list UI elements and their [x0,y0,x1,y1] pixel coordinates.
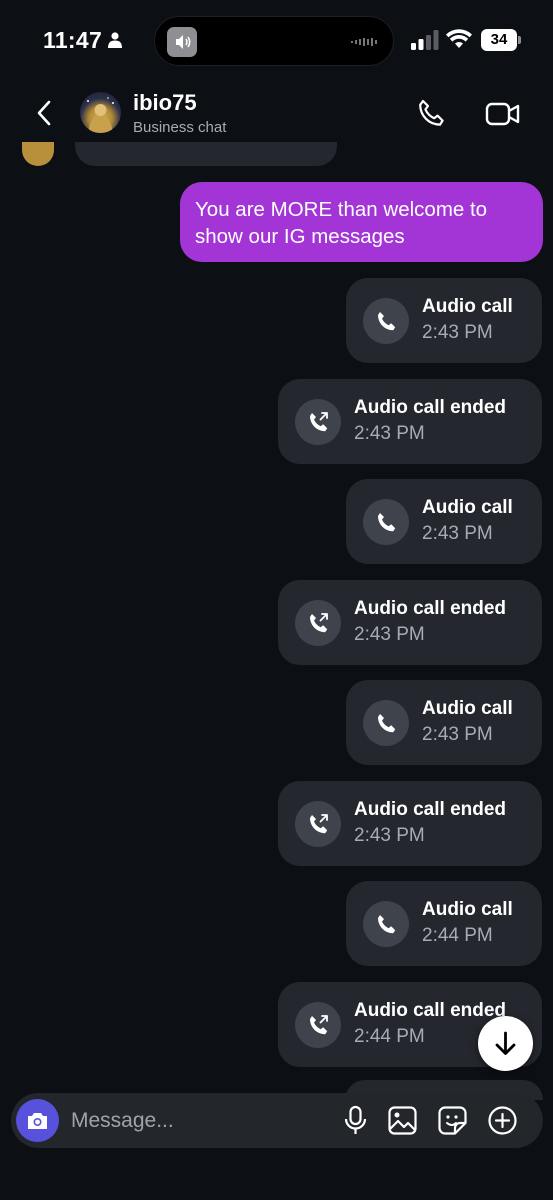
gallery-icon[interactable] [387,1105,418,1136]
call-time: 2:43 PM [422,724,493,745]
avatar-partial [22,142,54,166]
phone-icon [378,915,396,934]
avatar[interactable] [80,92,121,133]
contact-name[interactable]: ibio75 [133,90,197,116]
phone-icon [378,312,396,331]
call-icon-circle [363,901,409,947]
call-title: Audio call ended [354,999,507,1021]
video-icon[interactable] [485,97,521,131]
call-icon-circle [295,599,341,646]
back-icon[interactable] [30,98,60,128]
phone-outgoing-icon [310,612,328,632]
call-bubble[interactable]: Audio call 2:43 PM [346,479,542,564]
call-time: 2:44 PM [354,1025,425,1047]
call-bubble[interactable]: Audio call ended 2:43 PM [278,579,542,665]
arrow-down-icon [495,1031,516,1055]
call-icon-circle [295,1001,341,1048]
dynamic-island [154,16,394,66]
call-title: Audio call ended [354,396,507,418]
message-input[interactable] [71,1103,321,1138]
call-icon-circle [295,800,341,847]
battery-level: 34 [481,29,517,51]
incoming-bubble-partial [75,142,337,166]
call-time: 2:43 PM [354,824,425,846]
phone-icon [378,714,396,733]
phone-icon[interactable] [414,97,448,131]
call-title: Audio call [422,296,513,317]
audio-level-icon [351,38,377,46]
call-icon-circle [295,398,341,445]
phone-outgoing-icon [310,813,328,833]
call-bubble[interactable]: Audio call 2:43 PM [346,278,542,363]
call-bubble[interactable]: Audio call 2:44 PM [346,881,542,966]
sticker-icon[interactable] [437,1105,468,1136]
battery-icon: 34 [481,29,521,51]
message-composer [11,1093,543,1148]
contact-subtitle: Business chat [133,119,227,136]
call-bubble[interactable]: Audio call ended 2:43 PM [278,780,542,866]
call-title: Audio call [422,899,513,920]
call-bubble[interactable]: Audio call ended 2:43 PM [278,378,542,464]
outgoing-message[interactable]: You are MORE than welcome to show our IG… [180,182,543,262]
call-title: Audio call [422,497,513,518]
phone-outgoing-icon [310,1014,328,1034]
call-time: 2:43 PM [354,422,425,444]
person-icon [108,32,122,48]
signal-icon [411,30,439,50]
plus-icon[interactable] [487,1105,518,1136]
camera-button[interactable] [16,1099,59,1142]
call-title: Audio call [422,698,513,719]
phone-outgoing-icon [310,411,328,431]
wifi-icon [446,29,472,48]
scroll-down-button[interactable] [478,1016,533,1071]
phone-icon [378,513,396,532]
speaker-icon [167,27,197,57]
call-bubble[interactable]: Audio call 2:43 PM [346,680,542,765]
call-title: Audio call ended [354,798,507,820]
call-time: 2:43 PM [354,623,425,645]
call-time: 2:43 PM [422,523,493,544]
call-icon-circle [363,700,409,746]
call-icon-circle [363,499,409,545]
call-time: 2:43 PM [422,322,493,343]
status-bar: 11:47 34 [0,0,553,80]
call-time: 2:44 PM [422,925,493,946]
call-title: Audio call ended [354,597,507,619]
microphone-icon[interactable] [340,1105,371,1136]
call-icon-circle [363,298,409,344]
status-time: 11:47 [43,27,103,53]
camera-icon [28,1113,47,1129]
